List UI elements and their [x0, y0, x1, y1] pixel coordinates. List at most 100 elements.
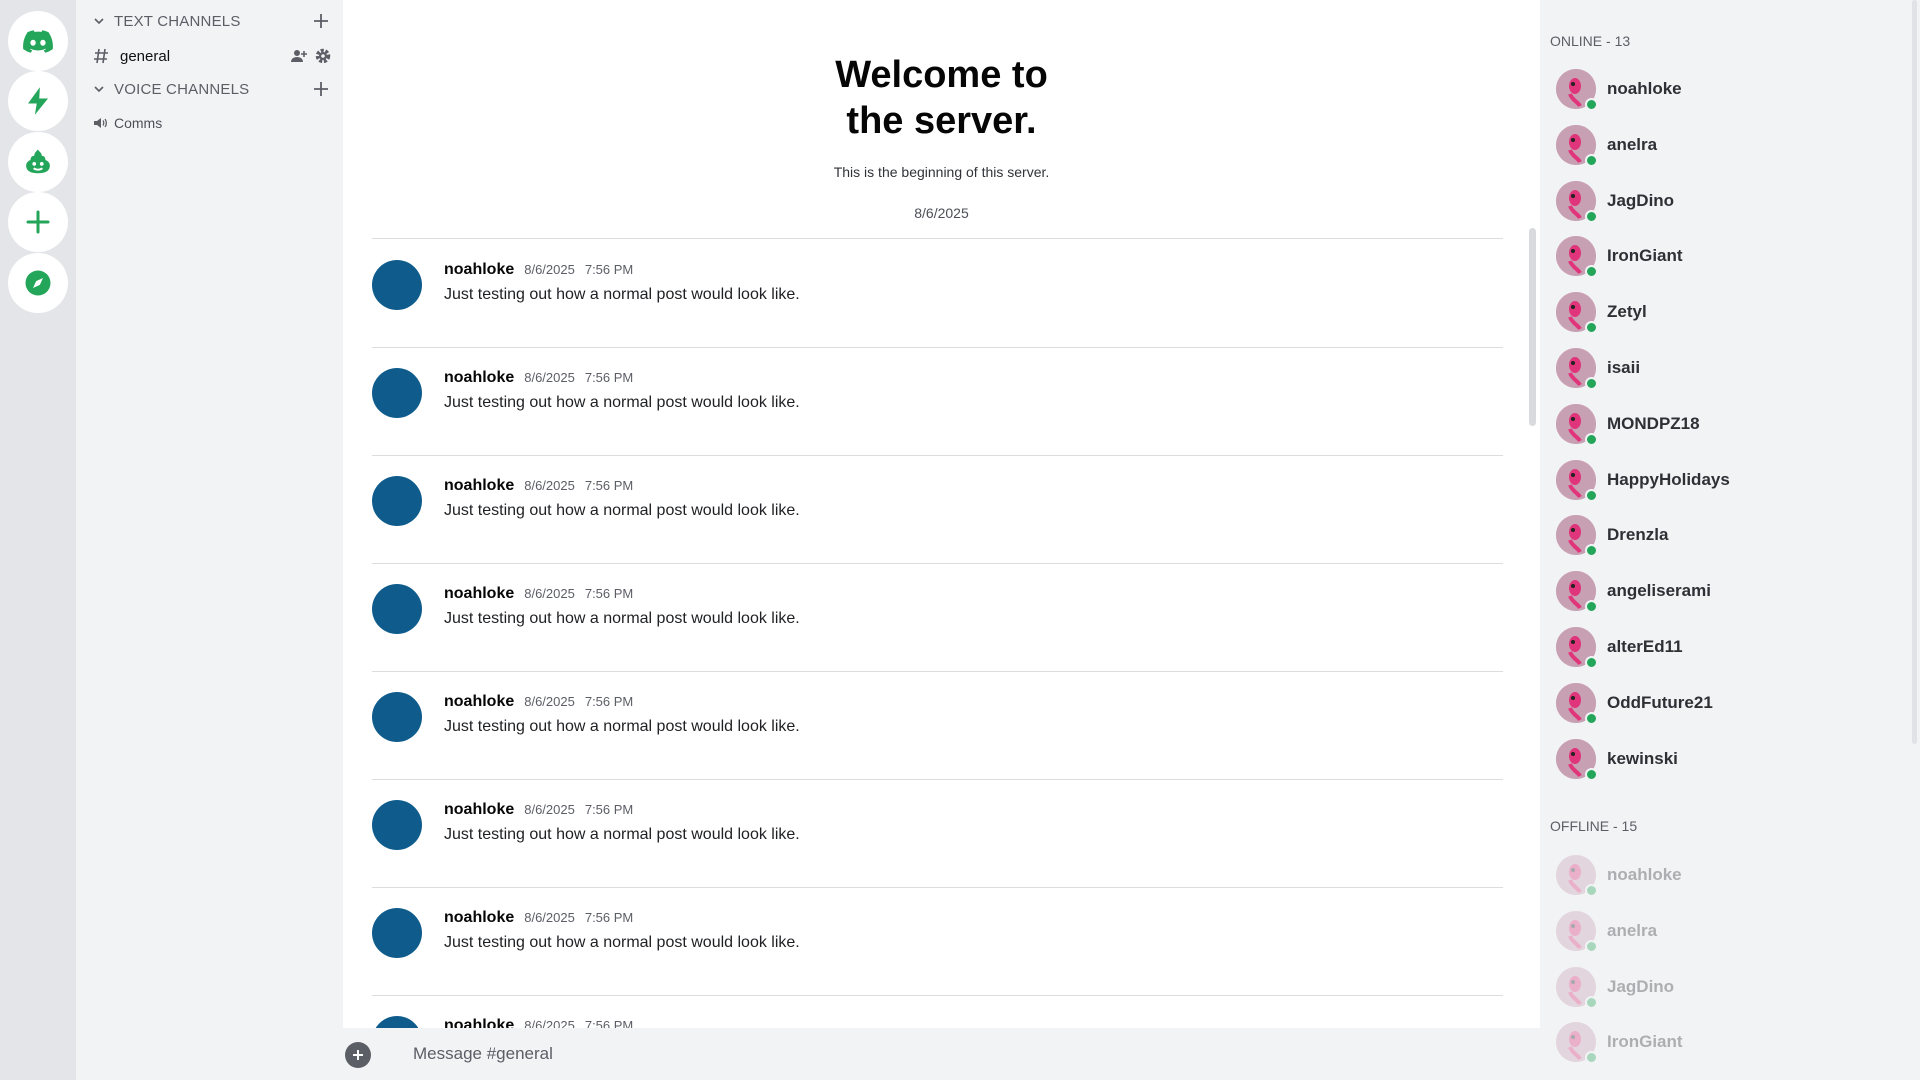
status-dot — [1585, 209, 1598, 223]
avatar — [1556, 855, 1598, 897]
welcome-title-line1: Welcome to — [835, 54, 1048, 96]
message-author[interactable]: noahloke — [444, 909, 514, 927]
avatar — [1556, 69, 1598, 111]
message-item[interactable]: noahloke 8/6/2025 7:56 PM Just testing out … — [372, 456, 1503, 556]
member-list-scrollbar[interactable] — [1912, 0, 1917, 744]
avatar — [1556, 403, 1598, 446]
avatar[interactable] — [372, 800, 422, 850]
avatar — [1556, 910, 1598, 953]
avatar — [1556, 236, 1598, 279]
message-author[interactable]: noahloke — [444, 369, 514, 387]
message-item[interactable]: noahloke 8/6/2025 7:56 PM Just testing out … — [372, 780, 1503, 880]
gear-icon[interactable] — [314, 47, 332, 65]
chevron-down-icon — [94, 18, 104, 25]
message-time: 7:56 PM — [584, 802, 634, 817]
member-item[interactable]: OddFuture21 — [1556, 679, 1886, 727]
channel-sidebar: TEXT CHANNELS general VOICE CHANNELS Com… — [76, 0, 343, 1080]
message-author[interactable]: noahloke — [444, 261, 514, 279]
member-item[interactable]: noahloke — [1556, 851, 1886, 899]
welcome-subtitle: This is the beginning of this server. — [833, 164, 1050, 180]
attach-button[interactable] — [345, 1042, 371, 1068]
message-author[interactable]: noahloke — [444, 693, 514, 711]
create-channel-icon[interactable] — [310, 10, 332, 32]
member-item[interactable]: MONDPZ18 — [1556, 400, 1886, 448]
message-item[interactable]: noahloke 8/6/2025 7:56 PM Just testing out … — [372, 888, 1503, 988]
message-date: 8/6/2025 — [524, 694, 575, 709]
avatar — [1556, 180, 1598, 223]
status-dot — [1585, 265, 1598, 279]
message-header: noahloke 8/6/2025 7:56 PM — [444, 369, 633, 387]
status-dot — [1585, 939, 1598, 953]
message-input[interactable] — [413, 1038, 1513, 1070]
chat-scrollbar[interactable] — [1529, 228, 1536, 426]
member-name: alterEd11 — [1607, 637, 1683, 656]
message-author[interactable]: noahloke — [444, 585, 514, 603]
member-item[interactable]: anelra — [1556, 907, 1886, 955]
category-label: TEXT CHANNELS — [114, 12, 241, 30]
message-text: Just testing out how a normal post would… — [444, 394, 800, 411]
avatar — [1556, 348, 1598, 390]
member-item[interactable]: JagDino — [1556, 177, 1886, 225]
avatar[interactable] — [372, 260, 422, 310]
divider — [372, 238, 1503, 239]
message-date: 8/6/2025 — [524, 910, 575, 925]
status-dot — [1585, 153, 1598, 167]
message-header: noahloke 8/6/2025 7:56 PM — [444, 585, 633, 603]
server-lightning[interactable] — [8, 71, 68, 131]
member-item[interactable]: isaii — [1556, 344, 1886, 392]
explore-button[interactable] — [8, 253, 68, 313]
explore-compass-icon — [25, 270, 51, 296]
message-time: 7:56 PM — [584, 478, 634, 493]
status-dot — [1585, 767, 1598, 781]
member-name: JagDino — [1607, 190, 1675, 210]
avatar[interactable] — [372, 368, 422, 418]
invite-user-icon[interactable] — [290, 47, 308, 65]
voice-channel-comms[interactable]: Comms — [92, 110, 334, 136]
member-item[interactable]: IronGiant — [1556, 1018, 1886, 1066]
channel-tools — [290, 47, 332, 65]
avatar[interactable] — [372, 908, 422, 958]
avatar — [1556, 292, 1598, 335]
member-name: isaii — [1607, 358, 1641, 377]
message-header: noahloke 8/6/2025 7:56 PM — [444, 909, 633, 927]
member-item[interactable]: JagDino — [1556, 963, 1886, 1011]
member-name: noahloke — [1607, 865, 1682, 884]
member-item[interactable]: angeliserami — [1556, 567, 1886, 615]
avatar[interactable] — [372, 692, 422, 742]
voice-channels-category[interactable]: VOICE CHANNELS — [92, 77, 332, 101]
member-item[interactable]: IronGiant — [1556, 232, 1886, 280]
avatar — [1556, 1022, 1598, 1065]
avatar[interactable] — [372, 476, 422, 526]
text-channels-category[interactable]: TEXT CHANNELS — [92, 9, 332, 33]
member-item[interactable]: alterEd11 — [1556, 623, 1886, 671]
create-channel-icon[interactable] — [310, 78, 332, 100]
member-item[interactable]: noahloke — [1556, 65, 1886, 113]
member-item[interactable]: kewinski — [1556, 735, 1886, 783]
message-item[interactable]: noahloke 8/6/2025 7:56 PM Just testing out … — [372, 240, 1503, 340]
server-blob[interactable] — [8, 132, 68, 192]
message-item[interactable]: noahloke 8/6/2025 7:56 PM Just testing out … — [372, 564, 1503, 664]
channel-general[interactable]: general — [92, 41, 334, 71]
plus-icon — [353, 1050, 363, 1060]
member-item[interactable]: Drenzla — [1556, 511, 1886, 559]
hash-icon — [94, 48, 108, 64]
avatar[interactable] — [372, 584, 422, 634]
home-button[interactable] — [8, 11, 68, 71]
member-item[interactable]: anelra — [1556, 121, 1886, 169]
message-author[interactable]: noahloke — [444, 477, 514, 495]
member-item[interactable]: HappyHolidays — [1556, 456, 1886, 504]
message-text: Just testing out how a normal post would… — [444, 610, 800, 627]
avatar — [1556, 966, 1598, 1009]
status-dot — [1585, 377, 1598, 390]
member-item[interactable]: Zetyl — [1556, 288, 1886, 336]
message-item[interactable]: noahloke 8/6/2025 7:56 PM Just testing out … — [372, 348, 1503, 448]
status-dot — [1585, 321, 1598, 335]
message-header: noahloke 8/6/2025 7:56 PM — [444, 801, 633, 819]
status-dot — [1585, 544, 1598, 558]
add-server-button[interactable] — [8, 192, 68, 252]
speaker-icon — [94, 118, 107, 128]
message-item[interactable]: noahloke 8/6/2025 7:56 PM Just testing out … — [372, 672, 1503, 772]
message-author[interactable]: noahloke — [444, 801, 514, 819]
status-dot — [1585, 600, 1598, 614]
category-label: VOICE CHANNELS — [114, 80, 250, 98]
